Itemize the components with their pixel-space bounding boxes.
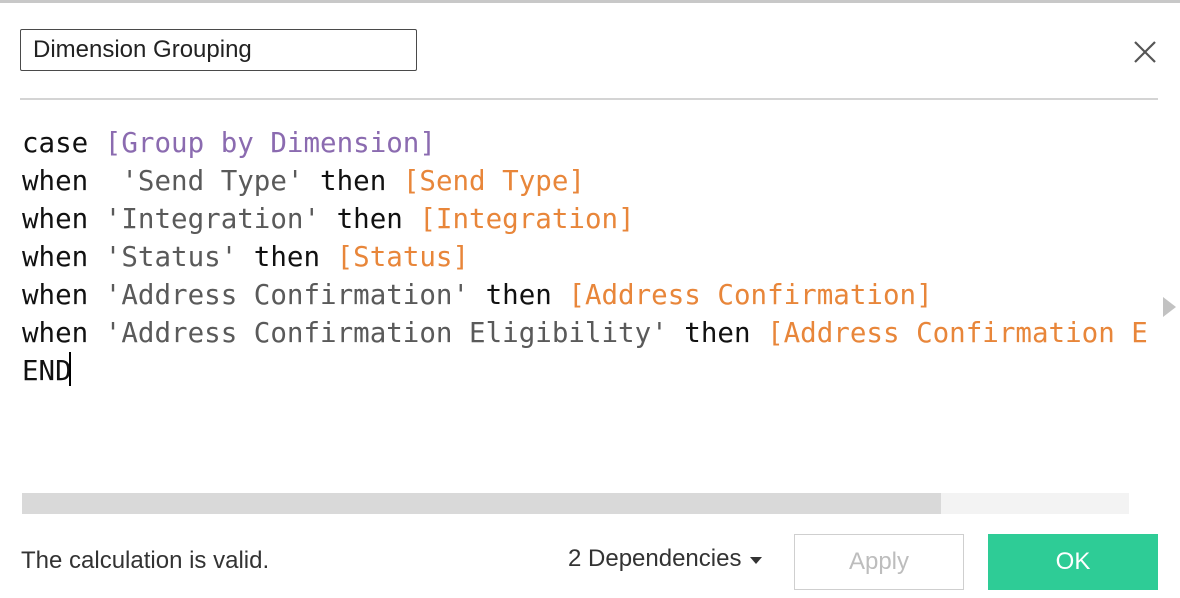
code-keyword: when: [22, 203, 105, 235]
code-keyword: END: [22, 355, 72, 387]
code-keyword: then: [667, 317, 768, 349]
code-keyword: when: [22, 241, 105, 273]
code-line[interactable]: END: [22, 352, 1150, 390]
text-cursor: [68, 352, 71, 386]
code-string: 'Address Confirmation Eligibility': [104, 317, 668, 349]
close-button[interactable]: [1128, 35, 1162, 69]
validation-status: The calculation is valid.: [21, 547, 270, 574]
code-line[interactable]: when 'Status' then [Status]: [22, 238, 1150, 276]
code-keyword: then: [469, 279, 569, 311]
code-line[interactable]: case [Group by Dimension]: [22, 124, 1150, 162]
code-keyword: then: [303, 165, 403, 197]
code-keyword: when: [22, 165, 105, 197]
ok-button[interactable]: OK: [988, 534, 1158, 590]
code-line[interactable]: when 'Send Type' then [Send Type]: [22, 162, 1150, 200]
code-line[interactable]: when 'Integration' then [Integration]: [22, 200, 1150, 238]
formula-editor[interactable]: case [Group by Dimension] when 'Send Type…: [22, 124, 1150, 424]
code-string: 'Send Type': [104, 165, 304, 197]
code-keyword: when: [22, 279, 105, 311]
chevron-right-icon[interactable]: [1163, 297, 1176, 317]
code-line[interactable]: when 'Address Confirmation Eligibility' …: [22, 314, 1150, 352]
code-keyword: then: [237, 241, 337, 273]
window-top-border: [0, 0, 1180, 3]
code-keyword: case: [22, 127, 105, 159]
code-keyword: then: [320, 203, 420, 235]
code-field: [Address Confirmation]: [568, 279, 933, 311]
code-field: [Send Type]: [402, 165, 585, 197]
header-divider: [20, 98, 1158, 100]
caret-down-icon: [750, 556, 763, 564]
code-string: 'Integration': [104, 203, 321, 235]
code-keyword: when: [22, 317, 105, 349]
scrollbar-thumb[interactable]: [22, 493, 941, 514]
calculation-name-input[interactable]: [20, 29, 417, 71]
apply-button[interactable]: Apply: [794, 534, 964, 590]
code-field: [Address Confirmation Eligibility]: [767, 317, 1150, 349]
code-string: 'Address Confirmation': [104, 279, 470, 311]
dependencies-label: 2 Dependencies: [568, 545, 742, 572]
code-parameter: [Group by Dimension]: [104, 127, 436, 159]
code-line[interactable]: when 'Address Confirmation' then [Addres…: [22, 276, 1150, 314]
code-field: [Status]: [336, 241, 470, 273]
code-string: 'Status': [104, 241, 238, 273]
code-field: [Integration]: [419, 203, 635, 235]
close-icon: [1134, 41, 1156, 63]
horizontal-scrollbar[interactable]: [22, 493, 1129, 514]
dependencies-dropdown[interactable]: 2 Dependencies: [568, 545, 763, 573]
